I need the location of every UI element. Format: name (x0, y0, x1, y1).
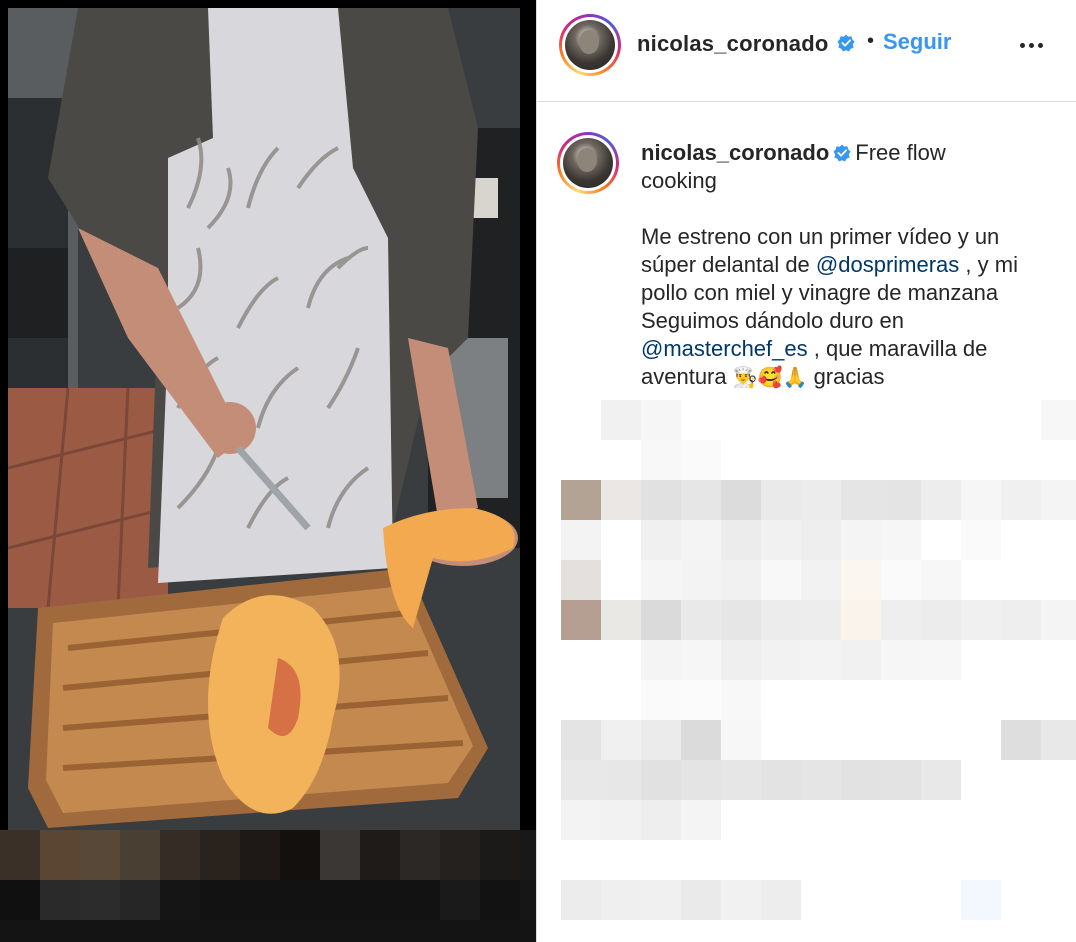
caption-title-cont: cooking (641, 168, 717, 193)
separator-dot: • (867, 30, 875, 52)
caption-text-segment: , que maravilla de (807, 336, 988, 361)
more-options-icon[interactable] (1017, 30, 1047, 60)
caption-text-segment: , y mi (959, 252, 1018, 277)
caption-text-segment: aventura (641, 364, 733, 389)
header-username[interactable]: nicolas_coronado (637, 31, 828, 57)
media-pixelated-region (0, 830, 536, 942)
verified-badge-icon (837, 34, 855, 52)
caption-line: pollo con miel y vinagre de manzana (641, 280, 999, 305)
profile-avatar[interactable] (559, 14, 621, 76)
post-media[interactable] (0, 0, 536, 942)
caption-avatar[interactable] (557, 132, 619, 194)
post-caption: nicolas_coronado Free flow cooking Me est… (641, 139, 1061, 391)
verified-badge-icon (833, 144, 851, 162)
caption-text-segment: gracias (807, 364, 885, 389)
cooking-video-frame (8, 8, 520, 830)
caption-emojis: 👨‍🍳🥰🙏 (732, 365, 808, 389)
mention-link[interactable]: @masterchef_es (641, 336, 808, 361)
caption-line: Seguimos dándolo duro en (641, 308, 904, 333)
caption-username[interactable]: nicolas_coronado (641, 140, 829, 165)
pixelated-comments-region (537, 400, 1076, 942)
post-sidebar: nicolas_coronado • Seguir nicolas_corona… (536, 0, 1076, 942)
caption-title: Free flow (855, 140, 946, 165)
caption-text-segment: súper delantal de (641, 252, 816, 277)
follow-button[interactable]: Seguir (883, 29, 951, 55)
video-player[interactable] (8, 8, 520, 830)
post-header: nicolas_coronado • Seguir (537, 0, 1076, 102)
caption-line: Me estreno con un primer vídeo y un (641, 224, 1000, 249)
mention-link[interactable]: @dosprimeras (816, 252, 959, 277)
